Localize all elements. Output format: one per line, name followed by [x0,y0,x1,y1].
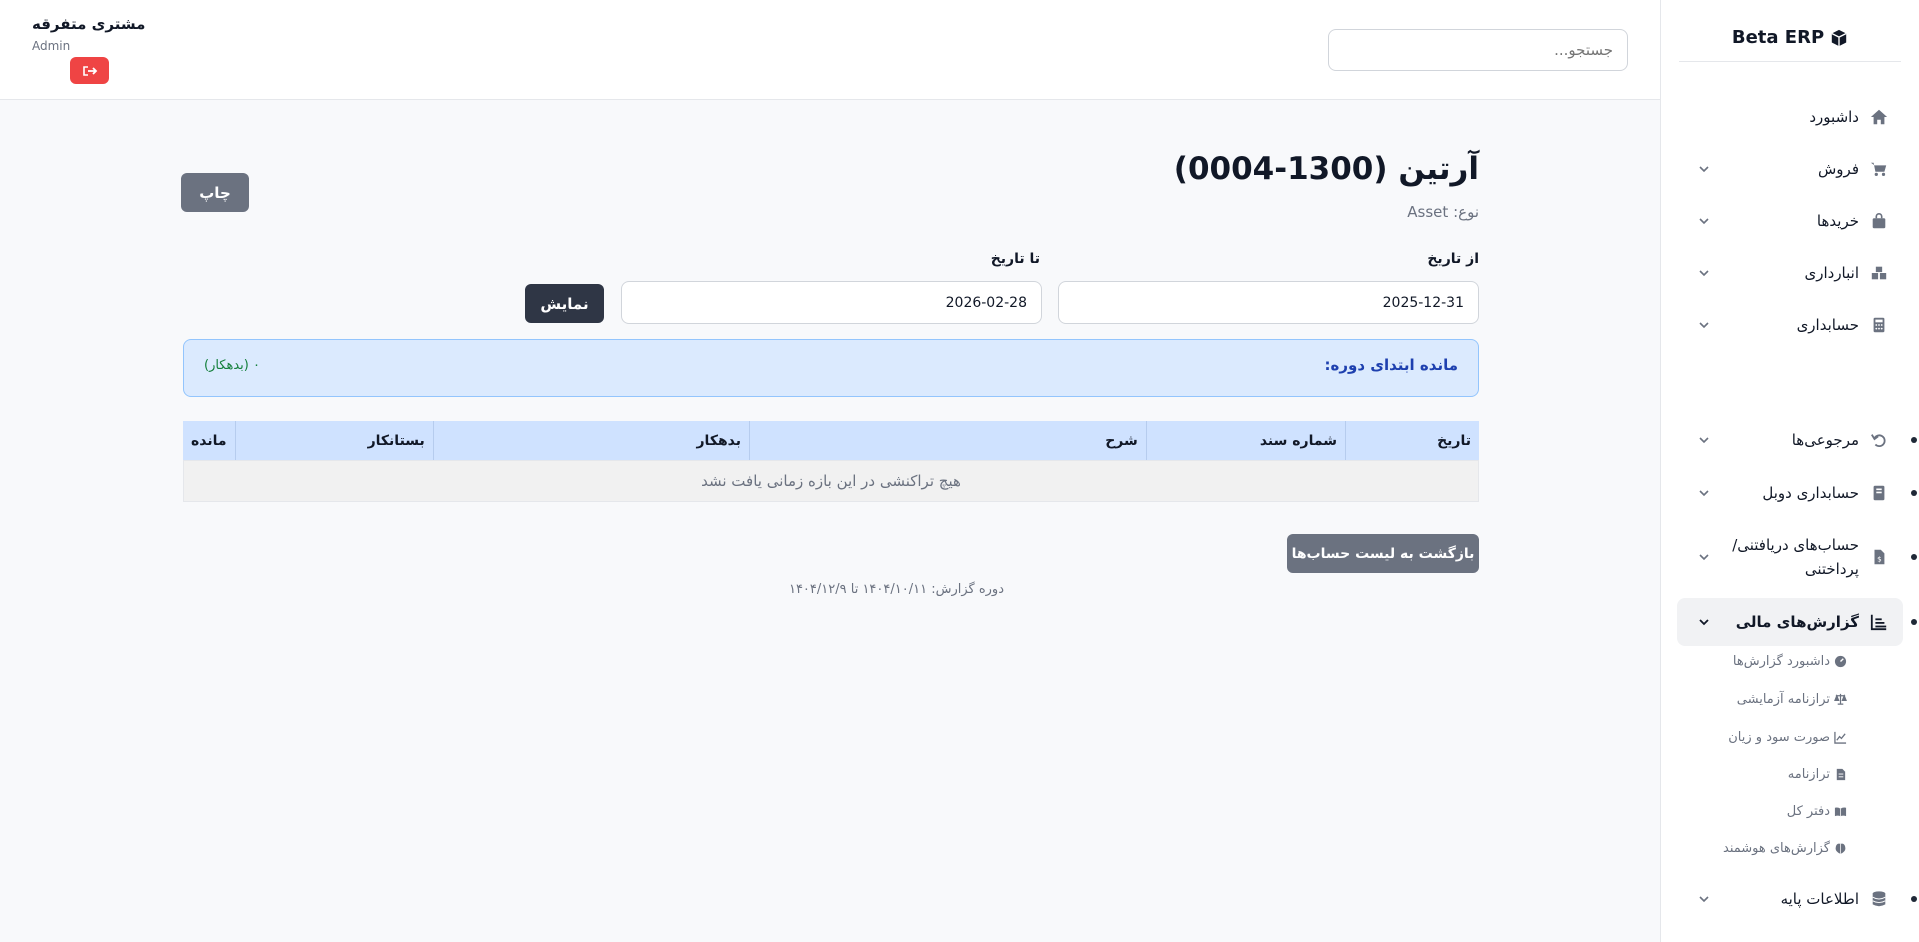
database-icon [1869,889,1889,909]
chevron-down-icon [1699,490,1709,497]
sidebar-item-inventory[interactable]: انبارداری [1677,260,1903,286]
table-header: تاریخ شماره سند شرح بدهکار بستانکار ماند… [183,421,1479,460]
book-icon [1869,483,1889,503]
sidebar-item-label: اطلاعات پایه [1780,890,1859,908]
chevron-down-icon [1699,166,1709,173]
brand-name: Beta ERP [1731,27,1825,48]
page-title: آرتین (1300-0004) [1173,151,1479,187]
from-date-label: از تاریخ [1427,251,1479,267]
sidebar-item-label: گزارش‌های مالی [1735,613,1859,631]
cart-icon [1869,159,1889,179]
sidebar-item-label: داشبورد [1809,108,1859,126]
to-date-label: تا تاریخ [990,251,1040,267]
opening-balance-value: ۰ (بدهکار) [204,358,260,373]
line-chart-icon [1834,731,1847,744]
brain-icon [1835,843,1846,854]
user-role: Admin [32,39,71,53]
sidebar-item-label: خریدها [1816,212,1859,230]
sidebar-item-label: حسابداری [1796,316,1859,334]
sidebar-item-financial-reports[interactable]: گزارش‌های مالی [1677,598,1917,646]
chevron-down-icon [1699,218,1709,225]
sidebar-item-purchases[interactable]: خریدها [1677,208,1903,234]
sidebar-item-label: فروش [1817,160,1859,178]
sidebar-item-double-entry[interactable]: حسابداری دوبل [1677,480,1917,506]
bag-icon [1869,211,1889,231]
sidebar-item-receivables-payables[interactable]: $ حساب‌های دریافتنی/ پرداختنی [1677,532,1917,582]
sidebar-item-label: حسابداری دوبل [1762,484,1859,502]
open-book-icon [1834,807,1847,817]
show-button[interactable]: نمایش [525,284,604,323]
subitem-label: گزارش‌های هوشمند [1723,841,1830,856]
print-button[interactable]: چاپ [181,173,249,212]
brand-logo[interactable]: Beta ERP [1679,14,1901,62]
sidebar-item-base-info[interactable]: اطلاعات پایه [1677,886,1917,912]
sidebar-item-sales[interactable]: فروش [1677,156,1903,182]
back-to-accounts-button[interactable]: بازگشت به لیست حساب‌ها [1287,534,1479,573]
home-icon [1869,107,1889,127]
column-header-credit: بستانکار [234,421,433,460]
cube-icon [1831,29,1847,46]
svg-text:$: $ [1877,555,1882,564]
calculator-icon [1869,315,1889,335]
boxes-icon [1869,263,1889,283]
bullet-dot [1911,490,1917,496]
user-name: مشتری متفرقه [32,15,146,33]
transactions-table: تاریخ شماره سند شرح بدهکار بستانکار ماند… [183,421,1479,502]
column-header-debit: بدهکار [432,421,749,460]
bullet-dot [1911,437,1917,443]
subitem-balance-sheet[interactable]: ترازنامه [1788,767,1847,782]
chevron-down-icon [1699,437,1709,444]
empty-table-message: هیچ تراکنشی در این بازه زمانی یافت نشد [183,460,1479,502]
chevron-down-icon [1699,270,1709,277]
sidebar-item-label: مرجوعی‌ها [1791,431,1859,449]
undo-icon [1869,430,1889,450]
sidebar-item-label: حساب‌های دریافتنی/ پرداختنی [1732,536,1859,578]
invoice-icon: $ [1869,547,1889,567]
logout-button[interactable] [70,57,109,84]
sidebar-item-dashboard[interactable]: داشبورد [1677,104,1903,130]
column-header-doc-number: شماره سند [1145,421,1345,460]
subitem-reports-dashboard[interactable]: داشبورد گزارش‌ها [1733,654,1847,669]
subitem-label: ترازنامه آزمایشی [1736,692,1830,707]
chevron-down-icon [1699,619,1709,626]
column-header-date: تاریخ [1345,421,1479,460]
topbar: مشتری متفرقه Admin [0,0,1660,100]
column-header-balance: مانده [191,432,227,449]
column-header-description: شرح [749,421,1146,460]
chevron-down-icon [1699,322,1709,329]
bullet-dot [1911,896,1917,902]
subitem-label: صورت سود و زیان [1728,730,1830,745]
report-period: دوره گزارش: ۱۴۰۴/۱۰/۱۱ تا ۱۴۰۴/۱۲/۹ [788,582,1004,597]
chevron-down-icon [1699,896,1709,903]
bullet-dot [1911,554,1917,560]
chevron-down-icon [1699,554,1709,561]
subitem-trial-balance[interactable]: ترازنامه آزمایشی [1737,692,1847,707]
subitem-label: داشبورد گزارش‌ها [1732,654,1830,669]
main-content: آرتین (1300-0004) نوع: Asset چاپ از تاری… [0,101,1660,942]
opening-balance-alert: مانده ابتدای دوره: ۰ (بدهکار) [183,339,1479,397]
from-date-input[interactable]: 2025-12-31 [1058,281,1479,324]
bullet-dot [1911,619,1917,625]
account-type: نوع: Asset [1407,203,1479,221]
subitem-profit-loss[interactable]: صورت سود و زیان [1728,730,1847,745]
sidebar-item-returns[interactable]: مرجوعی‌ها [1677,427,1917,453]
to-date-input[interactable]: 2026-02-28 [621,281,1042,324]
scale-icon [1834,693,1847,705]
subitem-label: دفتر کل [1786,804,1830,819]
opening-balance-label: مانده ابتدای دوره: [1324,356,1458,374]
sidebar: Beta ERP داشبورد فروش خریدها انبارداری ح… [1660,0,1919,942]
document-icon [1836,768,1846,781]
sidebar-item-label: انبارداری [1804,264,1859,282]
gauge-icon [1834,655,1847,668]
sidebar-item-accounting[interactable]: حسابداری [1677,312,1903,338]
subitem-label: ترازنامه [1787,767,1830,782]
subitem-smart-reports[interactable]: گزارش‌های هوشمند [1723,841,1847,856]
chart-icon [1869,612,1889,632]
subitem-general-ledger[interactable]: دفتر کل [1787,804,1847,819]
logout-icon [82,65,97,76]
search-input[interactable] [1328,29,1628,71]
